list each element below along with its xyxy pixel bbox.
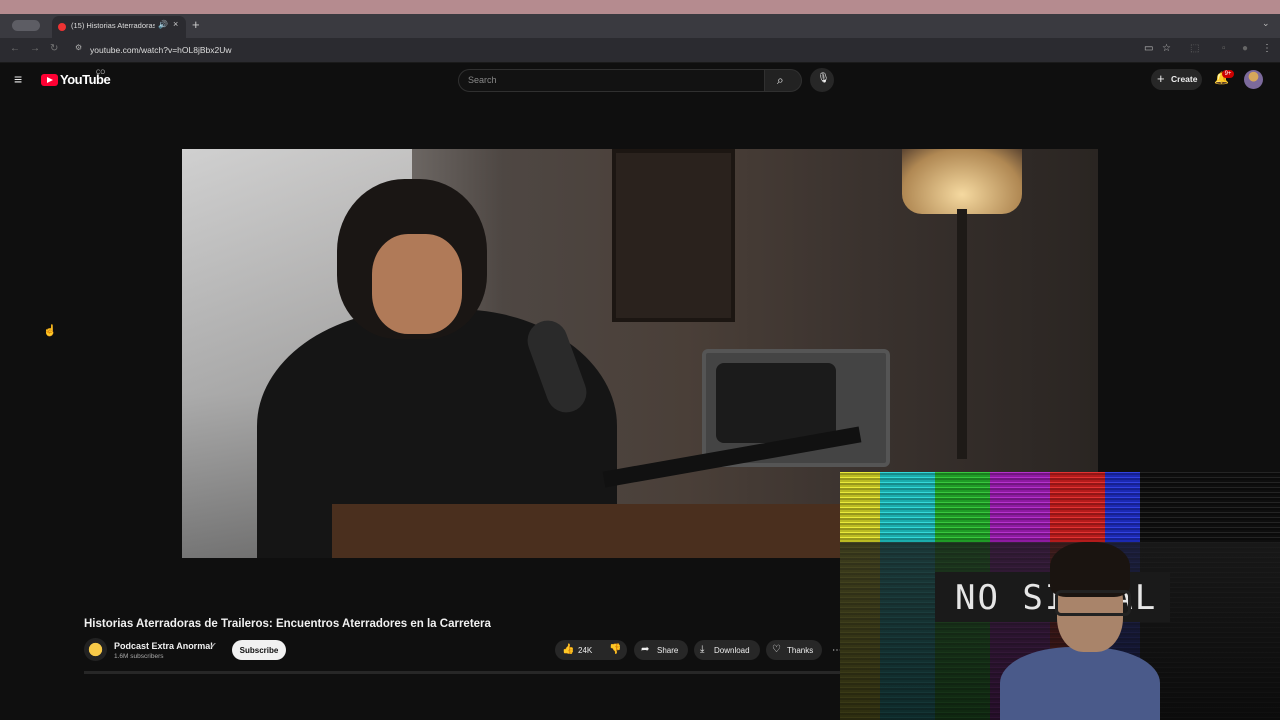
youtube-header: ≡ YouTube CO Search ⌕ 🎙 + Create 🔔 9+ <box>0 63 1280 97</box>
thanks-heart-icon: ♡ <box>772 644 781 655</box>
search-input[interactable]: Search <box>458 69 766 92</box>
video-lamp-pole <box>957 209 967 459</box>
search-button[interactable]: ⌕ <box>764 69 802 92</box>
channel-name[interactable]: Podcast Extra Anormal <box>114 641 213 651</box>
new-tab-button[interactable]: + <box>192 17 200 32</box>
tab-title: (15) Historias Aterradoras <box>71 21 155 30</box>
extensions-icon[interactable]: ⬚ <box>1190 43 1199 54</box>
address-bar[interactable]: ⚙ youtube.com/watch?v=hOL8jBbx2Uw <box>70 41 1180 58</box>
video-lamp <box>902 149 1022 214</box>
thumbs-down-icon[interactable]: 👎 <box>609 644 621 655</box>
speaker-icon[interactable]: 🔊 <box>158 20 168 29</box>
pinned-tab[interactable] <box>12 20 40 31</box>
webcam-hair <box>1050 542 1130 597</box>
verified-check-icon: ✔ <box>210 641 217 650</box>
video-desk <box>332 504 852 558</box>
thanks-button[interactable]: ♡ Thanks <box>766 640 822 660</box>
back-icon[interactable]: ← <box>10 43 20 54</box>
tab-youtube[interactable]: (15) Historias Aterradoras 🔊 × <box>52 16 186 38</box>
bookmark-star-icon[interactable]: ☆ <box>1162 43 1171 54</box>
browser-tab-strip: (15) Historias Aterradoras 🔊 × + ⌄ <box>0 14 1280 38</box>
notifications-badge: 9+ <box>1222 70 1234 78</box>
download-button[interactable]: ⤓ Download <box>694 640 760 660</box>
like-dislike-group: 👍 24K 👎 <box>555 640 627 660</box>
share-icon: ➦ <box>641 644 650 655</box>
plus-icon: + <box>1157 71 1165 86</box>
video-person-face <box>372 234 462 334</box>
search-placeholder: Search <box>468 75 497 85</box>
microphone-icon: 🎙 <box>817 73 830 84</box>
video-title: Historias Aterradoras de Traileros: Encu… <box>84 618 491 630</box>
webcam-shirt <box>1000 647 1160 720</box>
thumbs-up-icon[interactable]: 👍 <box>562 644 574 655</box>
user-avatar[interactable] <box>1244 70 1263 89</box>
thanks-label: Thanks <box>787 646 814 655</box>
webcam-overlay: NO SIGNAL <box>840 472 1280 720</box>
site-settings-icon[interactable]: ⚙ <box>75 43 82 52</box>
forward-icon[interactable]: → <box>30 43 40 54</box>
webcam-glasses <box>1055 590 1131 616</box>
share-button[interactable]: ➦ Share <box>634 640 688 660</box>
more-vertical-icon[interactable]: ⋮ <box>1262 43 1272 54</box>
hand-cursor-icon: ☝ <box>43 325 57 337</box>
cast-icon[interactable]: ▭ <box>1144 43 1153 54</box>
voice-search-button[interactable]: 🎙 <box>810 68 834 92</box>
extension-icon[interactable]: ▫ <box>1222 43 1226 54</box>
macos-menu-bar <box>0 0 1280 14</box>
profile-icon[interactable]: ● <box>1242 43 1248 54</box>
download-label: Download <box>714 646 750 655</box>
hamburger-menu-icon[interactable]: ≡ <box>14 71 22 87</box>
create-label: Create <box>1171 74 1198 84</box>
url-text: youtube.com/watch?v=hOL8jBbx2Uw <box>90 45 232 55</box>
subscriber-count: 1.6M subscribers <box>114 653 164 660</box>
search-icon: ⌕ <box>777 73 784 87</box>
share-label: Share <box>657 646 679 655</box>
webcam-person <box>995 542 1160 720</box>
youtube-favicon-icon <box>58 23 66 31</box>
reload-icon[interactable]: ↻ <box>50 43 58 54</box>
download-icon: ⤓ <box>700 644 705 655</box>
subscribe-label: Subscribe <box>239 646 279 655</box>
country-code: CO <box>96 70 105 76</box>
video-tv-screen <box>716 363 836 443</box>
like-count[interactable]: 24K <box>578 646 592 655</box>
content-divider <box>84 671 840 674</box>
chevron-down-icon[interactable]: ⌄ <box>1262 18 1270 29</box>
tab-close-icon[interactable]: × <box>173 19 178 29</box>
play-triangle-icon <box>47 77 53 83</box>
browser-toolbar: ← → ↻ ⚙ youtube.com/watch?v=hOL8jBbx2Uw … <box>0 38 1280 63</box>
subscribe-button[interactable]: Subscribe <box>232 640 286 660</box>
video-picture-frame <box>612 149 735 322</box>
create-button[interactable]: + Create <box>1151 69 1202 90</box>
channel-avatar[interactable] <box>84 638 107 661</box>
